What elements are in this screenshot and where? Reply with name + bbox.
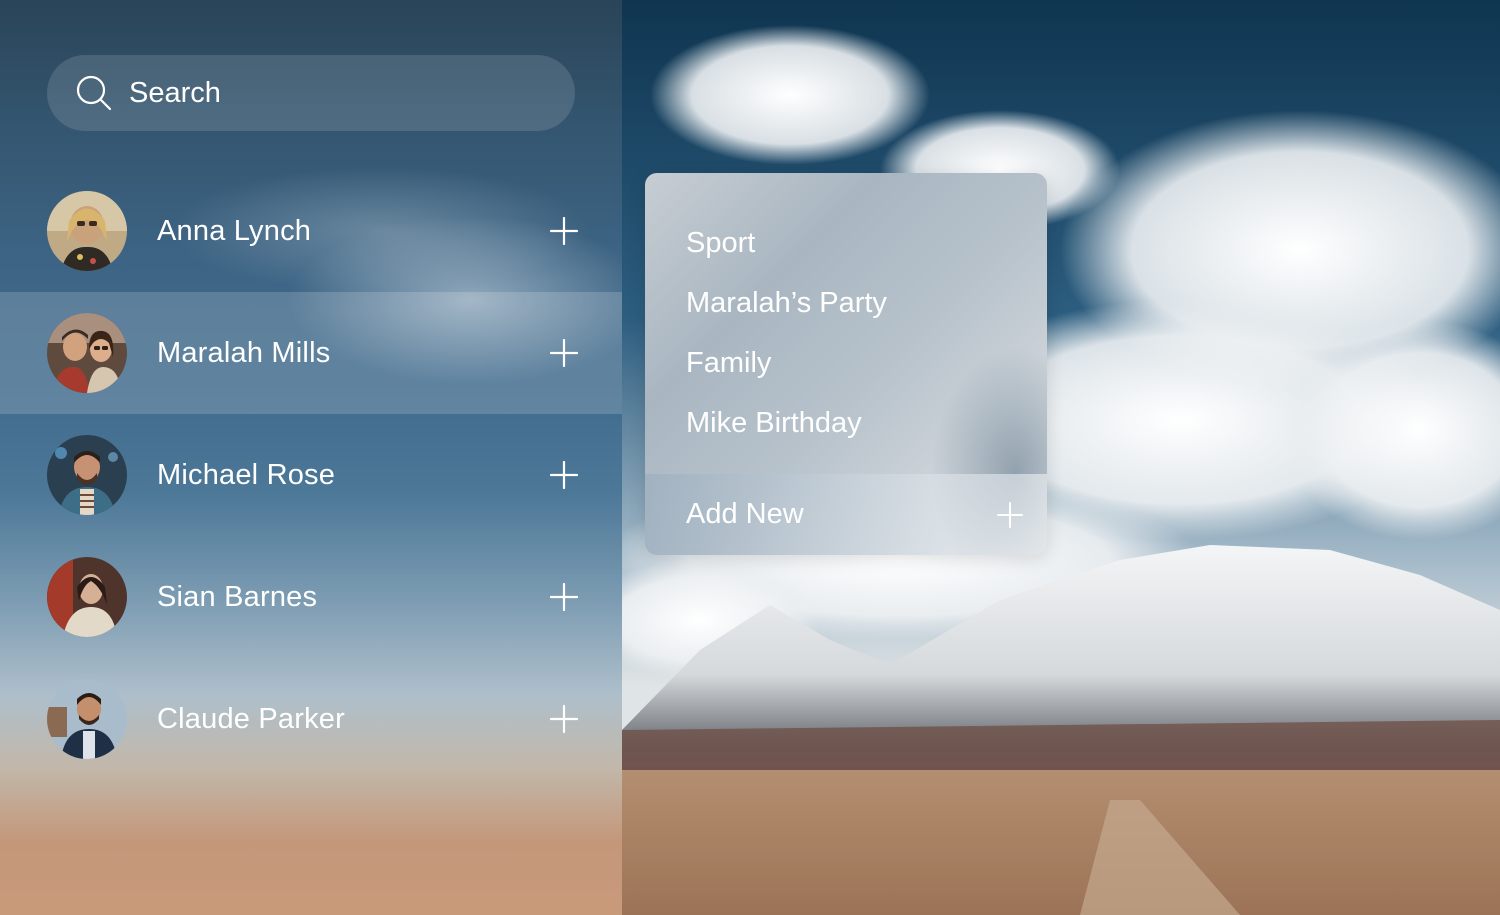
contact-name: Sian Barnes: [157, 580, 318, 613]
avatar: [47, 435, 127, 515]
group-dropdown-menu: Sport Maralah’s Party Family Mike Birthd…: [645, 173, 1047, 555]
plus-icon: [550, 217, 578, 245]
contact-name: Michael Rose: [157, 458, 336, 491]
add-to-group-button[interactable]: [548, 337, 580, 369]
app-screen: Anna Lynch: [0, 0, 1500, 915]
plus-icon: [550, 705, 578, 733]
avatar: [47, 191, 127, 271]
contact-name: Anna Lynch: [157, 214, 312, 247]
contact-row-sian-barnes[interactable]: Sian Barnes: [0, 536, 622, 658]
add-to-group-button[interactable]: [548, 581, 580, 613]
search-bar[interactable]: [47, 55, 575, 131]
contact-row-anna-lynch[interactable]: Anna Lynch: [0, 170, 622, 292]
avatar: [47, 313, 127, 393]
menu-item-mike-birthday[interactable]: Mike Birthday: [645, 393, 1047, 453]
add-to-group-button[interactable]: [548, 459, 580, 491]
contact-row-claude-parker[interactable]: Claude Parker: [0, 658, 622, 780]
add-to-group-button[interactable]: [548, 703, 580, 735]
menu-item-family[interactable]: Family: [645, 333, 1047, 393]
avatar: [47, 679, 127, 759]
contact-name: Maralah Mills: [157, 336, 331, 369]
group-list: Sport Maralah’s Party Family Mike Birthd…: [645, 173, 1047, 453]
add-new-label: Add New: [686, 498, 804, 530]
contact-name: Claude Parker: [157, 702, 345, 735]
plus-icon: [995, 500, 1025, 530]
add-new-group-button[interactable]: Add New: [645, 474, 1047, 555]
search-input[interactable]: [127, 67, 531, 119]
menu-item-sport[interactable]: Sport: [645, 213, 1047, 273]
add-to-group-button[interactable]: [548, 215, 580, 247]
plus-icon: [550, 583, 578, 611]
search-icon: [75, 74, 113, 112]
contacts-panel: Anna Lynch: [0, 0, 622, 915]
contact-row-michael-rose[interactable]: Michael Rose: [0, 414, 622, 536]
avatar: [47, 557, 127, 637]
contact-list: Anna Lynch Maralah Mills Michael Rose Si…: [0, 170, 622, 780]
contact-row-maralah-mills[interactable]: Maralah Mills: [0, 292, 622, 414]
plus-icon: [550, 461, 578, 489]
menu-item-maralahs-party[interactable]: Maralah’s Party: [645, 273, 1047, 333]
plus-icon: [550, 339, 578, 367]
